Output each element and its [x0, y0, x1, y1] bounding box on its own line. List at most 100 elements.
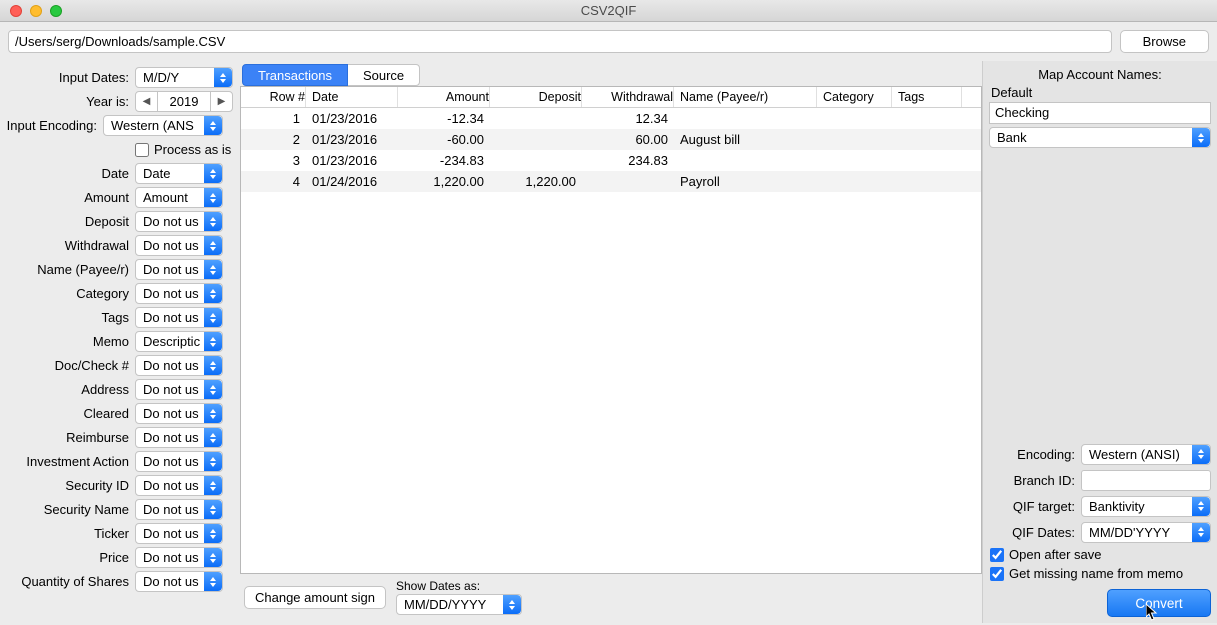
convert-label: Convert: [1135, 596, 1182, 611]
select-arrows-icon: [204, 572, 222, 591]
field-value: Do not us: [143, 286, 199, 301]
field-select-cleared[interactable]: Do not us: [135, 403, 223, 424]
change-amount-sign-button[interactable]: Change amount sign: [244, 586, 386, 609]
field-label: Ticker: [2, 526, 135, 541]
missing-name-checkbox[interactable]: [990, 567, 1004, 581]
input-dates-select[interactable]: M/D/Y: [135, 67, 233, 88]
cell: 234.83: [582, 150, 674, 171]
field-select-quantity-of-shares[interactable]: Do not us: [135, 571, 223, 592]
transactions-table: Row #DateAmountDepositWithdrawalName (Pa…: [240, 86, 982, 574]
titlebar: CSV2QIF: [0, 0, 1217, 22]
select-arrows-icon: [204, 380, 222, 399]
field-select-ticker[interactable]: Do not us: [135, 523, 223, 544]
select-arrows-icon: [204, 404, 222, 423]
select-arrows-icon: [1192, 523, 1210, 542]
field-value: Do not us: [143, 310, 199, 325]
field-select-doc-check--[interactable]: Do not us: [135, 355, 223, 376]
cell: 01/23/2016: [306, 108, 398, 129]
column-header[interactable]: Tags: [892, 87, 962, 107]
account-name-field[interactable]: Checking: [989, 102, 1211, 124]
cell: 2: [241, 129, 306, 150]
field-select-name--payee-r-[interactable]: Do not us: [135, 259, 223, 280]
select-arrows-icon: [503, 595, 521, 614]
account-type-value: Bank: [997, 130, 1027, 145]
window-title: CSV2QIF: [0, 3, 1217, 18]
year-stepper[interactable]: ◀ 2019 ▶: [135, 91, 233, 112]
select-arrows-icon: [204, 260, 222, 279]
cell: [817, 150, 892, 171]
show-dates-label: Show Dates as:: [396, 579, 522, 593]
map-account-title: Map Account Names:: [989, 67, 1211, 82]
cell: [817, 171, 892, 192]
select-arrows-icon: [214, 68, 232, 87]
field-label: Deposit: [2, 214, 135, 229]
cell: [490, 150, 582, 171]
table-row[interactable]: 301/23/2016-234.83234.83: [241, 150, 981, 171]
year-value: 2019: [158, 92, 210, 111]
cell: [582, 171, 674, 192]
field-value: Do not us: [143, 430, 199, 445]
year-up-icon[interactable]: ▶: [210, 92, 232, 111]
select-arrows-icon: [204, 164, 222, 183]
field-select-security-id[interactable]: Do not us: [135, 475, 223, 496]
select-arrows-icon: [204, 428, 222, 447]
cell: -234.83: [398, 150, 490, 171]
field-label: Tags: [2, 310, 135, 325]
process-as-is-checkbox[interactable]: [135, 143, 149, 157]
table-row[interactable]: 401/24/20161,220.001,220.00Payroll: [241, 171, 981, 192]
column-header[interactable]: Date: [306, 87, 398, 107]
field-value: Do not us: [143, 358, 199, 373]
field-select-price[interactable]: Do not us: [135, 547, 223, 568]
year-down-icon[interactable]: ◀: [136, 92, 158, 111]
field-select-investment-action[interactable]: Do not us: [135, 451, 223, 472]
field-select-withdrawal[interactable]: Do not us: [135, 235, 223, 256]
file-path-field[interactable]: /Users/serg/Downloads/sample.CSV: [8, 30, 1112, 53]
cell: -12.34: [398, 108, 490, 129]
column-header[interactable]: Amount: [398, 87, 490, 107]
field-select-amount[interactable]: Amount: [135, 187, 223, 208]
cell: Payroll: [674, 171, 817, 192]
cell: 3: [241, 150, 306, 171]
convert-button[interactable]: Convert: [1107, 589, 1211, 617]
field-value: Amount: [143, 190, 188, 205]
input-encoding-select[interactable]: Western (ANS: [103, 115, 223, 136]
column-header[interactable]: Row #: [241, 87, 306, 107]
branch-id-label: Branch ID:: [1014, 473, 1075, 488]
field-select-memo[interactable]: Descriptic: [135, 331, 223, 352]
table-row[interactable]: 201/23/2016-60.0060.00August bill: [241, 129, 981, 150]
field-select-category[interactable]: Do not us: [135, 283, 223, 304]
field-select-tags[interactable]: Do not us: [135, 307, 223, 328]
field-select-date[interactable]: Date: [135, 163, 223, 184]
field-label: Doc/Check #: [2, 358, 135, 373]
account-type-select[interactable]: Bank: [989, 127, 1211, 148]
browse-button[interactable]: Browse: [1120, 30, 1209, 53]
select-arrows-icon: [204, 284, 222, 303]
field-select-reimburse[interactable]: Do not us: [135, 427, 223, 448]
cell: [674, 150, 817, 171]
open-after-save-checkbox[interactable]: [990, 548, 1004, 562]
column-header[interactable]: Deposit: [490, 87, 582, 107]
column-header[interactable]: Category: [817, 87, 892, 107]
column-header[interactable]: Withdrawal: [582, 87, 674, 107]
field-select-deposit[interactable]: Do not us: [135, 211, 223, 232]
field-select-address[interactable]: Do not us: [135, 379, 223, 400]
show-dates-select[interactable]: MM/DD/YYYY: [396, 594, 522, 615]
tab-source[interactable]: Source: [347, 64, 420, 86]
select-arrows-icon: [204, 212, 222, 231]
field-label: Category: [2, 286, 135, 301]
select-arrows-icon: [204, 308, 222, 327]
qif-dates-select[interactable]: MM/DD'YYYY: [1081, 522, 1211, 543]
qif-target-select[interactable]: Banktivity: [1081, 496, 1211, 517]
field-label: Quantity of Shares: [2, 574, 135, 589]
cell: 01/23/2016: [306, 129, 398, 150]
column-header[interactable]: Name (Payee/r): [674, 87, 817, 107]
tab-transactions[interactable]: Transactions: [242, 64, 348, 86]
field-select-security-name[interactable]: Do not us: [135, 499, 223, 520]
qif-target-label: QIF target:: [1013, 499, 1075, 514]
branch-id-field[interactable]: [1081, 470, 1211, 491]
field-value: Do not us: [143, 502, 199, 517]
cell: 60.00: [582, 129, 674, 150]
output-encoding-select[interactable]: Western (ANSI): [1081, 444, 1211, 465]
table-row[interactable]: 101/23/2016-12.3412.34: [241, 108, 981, 129]
cell: 12.34: [582, 108, 674, 129]
